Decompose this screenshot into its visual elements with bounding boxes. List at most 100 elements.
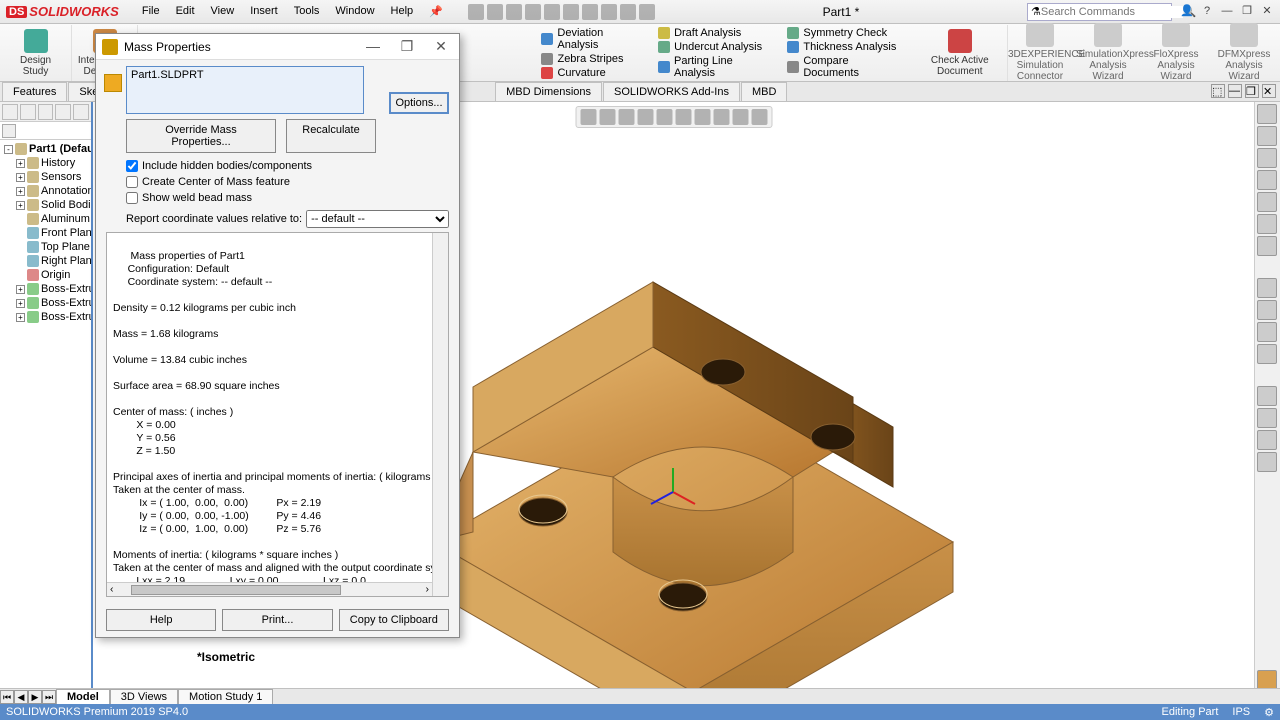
settings-icon[interactable] [639,4,655,20]
scene-icon[interactable] [732,109,748,125]
prev-icon[interactable]: ◀ [14,690,28,704]
file-selection-box[interactable]: Part1.SLDPRT [126,66,364,114]
menu-help[interactable]: Help [384,2,421,21]
status-gear-icon[interactable]: ⚙ [1264,706,1274,719]
results-textbox[interactable]: Mass properties of Part1 Configuration: … [106,232,449,597]
tp-note-icon[interactable] [1257,344,1277,364]
minimize-icon[interactable]: — [1218,5,1236,19]
tp-file-explorer-icon[interactable] [1257,148,1277,168]
vp-close-icon[interactable]: ✕ [1262,84,1276,98]
tp-text-icon[interactable] [1257,322,1277,342]
tree-annotations[interactable]: +Annotations [2,184,89,198]
tp-scale-icon[interactable] [1257,430,1277,450]
vp-expand-icon[interactable]: ⬚ [1211,84,1225,98]
tp-custom-props-icon[interactable] [1257,214,1277,234]
3dexperience-wizard[interactable]: 3DEXPERIENCESimulation Connector [1008,23,1072,82]
menu-view[interactable]: View [204,2,242,21]
zoom-area-icon[interactable] [599,109,615,125]
fm-tab-config-icon[interactable] [38,104,54,120]
tree-boss-extrude1[interactable]: +Boss-Extrude1 [2,282,89,296]
dlg-maximize-icon[interactable]: ❐ [395,38,419,55]
tp-forum-icon[interactable] [1257,236,1277,256]
tp-sketch-ink-icon[interactable] [1257,278,1277,298]
copy-clipboard-button[interactable]: Copy to Clipboard [339,609,449,631]
options2-icon[interactable] [620,4,636,20]
view-settings-icon[interactable] [751,109,767,125]
tree-solid-bodies[interactable]: +Solid Bodies( [2,198,89,212]
tree-history[interactable]: +History [2,156,89,170]
help-icon[interactable]: ? [1198,5,1216,19]
tp-snap-icon[interactable] [1257,452,1277,472]
tab-mbd[interactable]: MBD [741,82,787,101]
section-view-icon[interactable] [637,109,653,125]
print-button[interactable]: Print... [222,609,332,631]
tree-origin[interactable]: Origin [2,268,89,282]
dlg-close-icon[interactable]: ✕ [429,38,453,55]
appearance-icon[interactable] [713,109,729,125]
vp-restore-icon[interactable]: ❐ [1245,84,1259,98]
first-icon[interactable]: ⏮ [0,690,14,704]
simulationxpress-wizard[interactable]: SimulationXpressAnalysis Wizard [1076,23,1140,82]
zebra-stripes[interactable]: Zebra Stripes [541,53,646,65]
tab-solidworks-addins[interactable]: SOLIDWORKS Add-Ins [603,82,740,101]
design-study-button[interactable]: Design Study [0,25,72,81]
draft-analysis[interactable]: Draft Analysis [658,27,775,39]
curvature[interactable]: Curvature [541,67,646,79]
user-icon[interactable]: 👤 [1178,5,1196,19]
tree-sensors[interactable]: +Sensors [2,170,89,184]
tree-root[interactable]: -Part1 (Default<< [2,142,89,156]
search-commands[interactable]: ⚗ 🔍 [1027,3,1172,21]
tp-appearances-icon[interactable] [1257,192,1277,212]
floxpress-wizard[interactable]: FloXpressAnalysis Wizard [1144,23,1208,82]
menu-window[interactable]: Window [328,2,381,21]
results-vscroll[interactable] [432,233,448,596]
feature-tree[interactable]: -Part1 (Default<< +History +Sensors +Ann… [0,140,91,326]
tab-3d-views[interactable]: 3D Views [110,689,178,705]
deviation-analysis[interactable]: Deviation Analysis [541,27,646,51]
save-icon[interactable] [525,4,541,20]
tab-features[interactable]: Features [2,82,67,101]
results-hscroll[interactable]: ‹› [107,582,432,596]
close-icon[interactable]: ✕ [1258,5,1276,19]
thickness-analysis[interactable]: Thickness Analysis [787,41,906,53]
home-icon[interactable] [468,4,484,20]
tree-top-plane[interactable]: Top Plane [2,240,89,254]
tab-model[interactable]: Model [56,689,110,705]
tp-rotate-icon[interactable] [1257,386,1277,406]
undo-icon[interactable] [563,4,579,20]
last-icon[interactable]: ⏭ [42,690,56,704]
menu-tools[interactable]: Tools [287,2,327,21]
tree-boss-extrude3[interactable]: +Boss-Extrude3 [2,310,89,324]
tree-boss-extrude2[interactable]: +Boss-Extrude2 [2,296,89,310]
recalculate-button[interactable]: Recalculate [286,119,376,153]
tree-right-plane[interactable]: Right Plane [2,254,89,268]
dialog-titlebar[interactable]: Mass Properties — ❐ ✕ [96,34,459,60]
fm-tab-dim-icon[interactable] [55,104,71,120]
hide-show-icon[interactable] [694,109,710,125]
menu-file[interactable]: File [135,2,167,21]
parting-line-analysis[interactable]: Parting Line Analysis [658,55,775,79]
restore-icon[interactable]: ❐ [1238,5,1256,19]
fm-tab-display-icon[interactable] [73,104,89,120]
open-icon[interactable] [506,4,522,20]
rebuild-icon[interactable] [601,4,617,20]
search-input[interactable] [1041,6,1183,18]
zoom-fit-icon[interactable] [580,109,596,125]
override-button[interactable]: Override Mass Properties... [126,119,276,153]
tree-material[interactable]: Aluminum Bro [2,212,89,226]
tab-mbd-dimensions[interactable]: MBD Dimensions [495,82,602,101]
select-icon[interactable] [582,4,598,20]
dfmxpress-wizard[interactable]: DFMXpressAnalysis Wizard [1212,23,1276,82]
chk-create-com[interactable]: Create Center of Mass feature [126,176,449,188]
compare-documents[interactable]: Compare Documents [787,55,906,79]
print-icon[interactable] [544,4,560,20]
tp-move-icon[interactable] [1257,408,1277,428]
options-button[interactable]: Options... [389,92,449,114]
tp-home-icon[interactable] [1257,104,1277,124]
undercut-analysis[interactable]: Undercut Analysis [658,41,775,53]
view-orient-icon[interactable] [656,109,672,125]
menu-edit[interactable]: Edit [169,2,202,21]
status-units[interactable]: IPS [1232,706,1250,719]
chk-include-hidden[interactable]: Include hidden bodies/components [126,160,449,172]
menu-pin-icon[interactable]: 📌 [422,2,450,21]
